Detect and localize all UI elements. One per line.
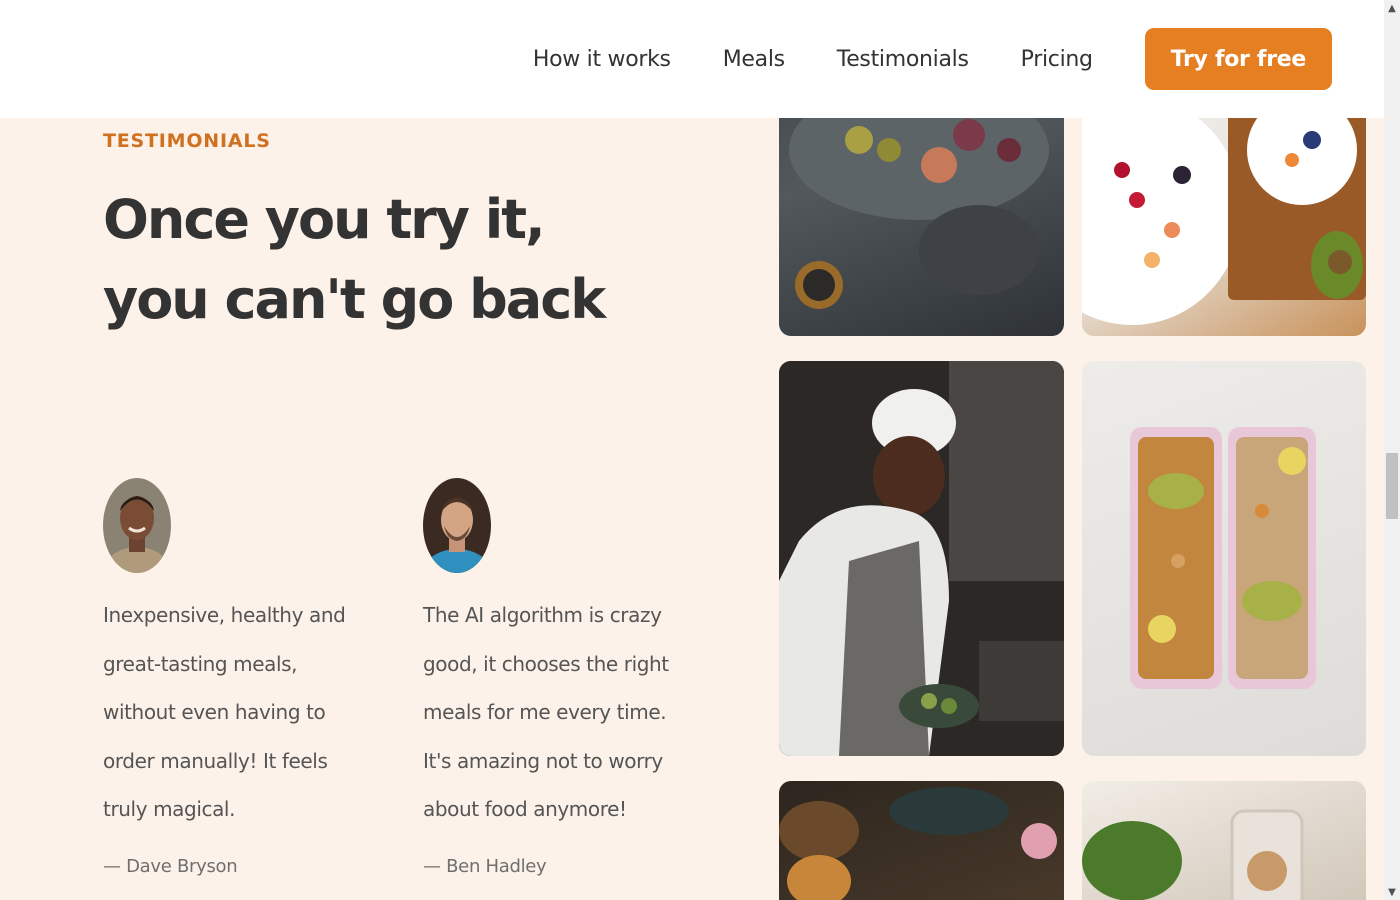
scroll-up-arrow-icon[interactable]: ▲ — [1384, 0, 1400, 16]
nav-link-how-it-works[interactable]: How it works — [533, 47, 671, 72]
page: How it works Meals Testimonials Pricing … — [0, 0, 1400, 900]
gallery-image-chef-cooking — [779, 361, 1064, 756]
nav-link-pricing[interactable]: Pricing — [1021, 47, 1093, 72]
gallery-image-salad-jar — [1082, 781, 1366, 900]
page-scrollbar[interactable]: ▲ ▼ — [1384, 0, 1400, 900]
testimonial-author: — Dave Bryson — [103, 855, 238, 877]
scroll-down-arrow-icon[interactable]: ▼ — [1384, 884, 1400, 900]
nav-link-meals[interactable]: Meals — [723, 47, 785, 72]
scrollbar-thumb[interactable] — [1386, 453, 1398, 519]
testimonial-card: The AI algorithm is crazy good, it choos… — [423, 478, 683, 877]
gallery-image-pastries — [779, 781, 1064, 900]
section-heading: Once you try it, you can't go back — [103, 188, 606, 331]
gallery-image-meal-prep-boxes — [1082, 361, 1366, 756]
testimonial-quote: The AI algorithm is crazy good, it choos… — [423, 603, 669, 821]
main-nav: How it works Meals Testimonials Pricing … — [533, 28, 1332, 90]
testimonial-quote: Inexpensive, healthy and great-tasting m… — [103, 603, 346, 821]
site-header: How it works Meals Testimonials Pricing … — [0, 0, 1384, 118]
avatar-dave-bryson — [103, 478, 171, 573]
avatar-ben-hadley — [423, 478, 491, 573]
try-for-free-button[interactable]: Try for free — [1144, 28, 1332, 90]
testimonial-card: Inexpensive, healthy and great-tasting m… — [103, 478, 363, 877]
nav-link-testimonials[interactable]: Testimonials — [837, 47, 969, 72]
section-subheading: TESTIMONIALS — [103, 130, 271, 152]
testimonial-author: — Ben Hadley — [423, 855, 547, 877]
